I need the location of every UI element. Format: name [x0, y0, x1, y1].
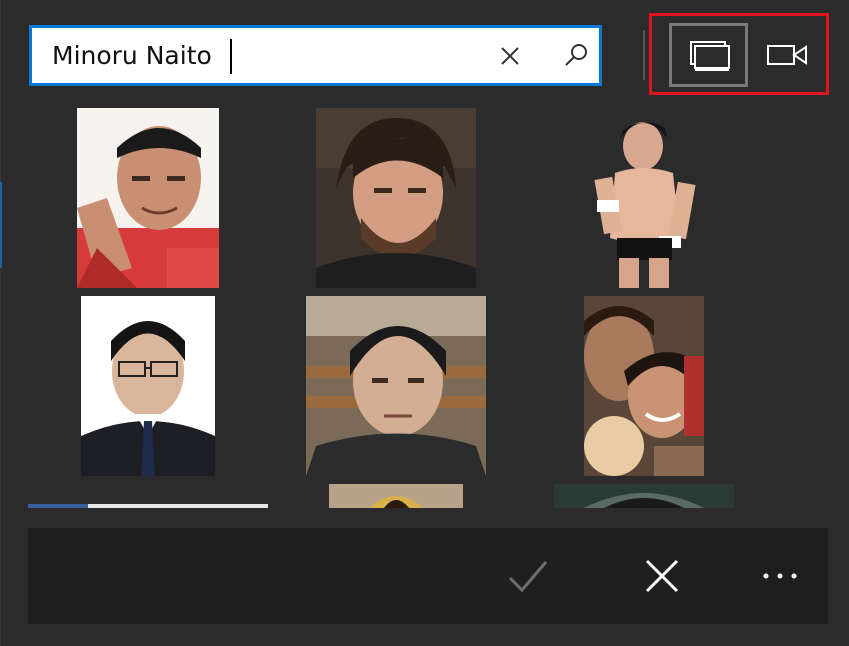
person-portrait-image — [306, 296, 486, 476]
check-icon — [508, 561, 548, 593]
wrestler-portrait-image — [316, 108, 476, 288]
search-input[interactable] — [52, 36, 482, 76]
partial-image — [28, 504, 268, 508]
search-box — [29, 25, 602, 86]
action-bar — [28, 528, 828, 624]
cancel-button[interactable] — [640, 554, 684, 598]
close-icon — [645, 559, 679, 593]
partial-image — [554, 484, 734, 508]
clear-search-button[interactable] — [498, 44, 522, 68]
wrestler-portrait-image — [584, 296, 704, 476]
image-result-5[interactable] — [306, 296, 486, 476]
partial-image — [329, 484, 463, 508]
image-picker-window — [0, 0, 849, 646]
confirm-button[interactable] — [506, 556, 550, 596]
person-portrait-image — [81, 296, 215, 476]
image-result-4[interactable] — [81, 296, 215, 476]
image-result-8[interactable] — [329, 484, 463, 508]
image-result-3[interactable] — [585, 108, 705, 288]
search-icon — [565, 44, 587, 66]
search-button[interactable] — [562, 42, 590, 70]
more-ellipsis-icon — [763, 573, 797, 579]
wrestler-portrait-image — [585, 108, 705, 288]
toolbar-divider — [643, 30, 645, 80]
image-results-grid — [0, 100, 849, 508]
image-result-9[interactable] — [554, 484, 734, 508]
video-camera-icon — [767, 45, 807, 65]
wrestler-portrait-image — [77, 108, 219, 288]
close-icon — [501, 47, 519, 65]
text-caret — [230, 39, 232, 74]
image-result-6[interactable] — [584, 296, 704, 476]
images-mode-button[interactable] — [669, 23, 748, 87]
image-result-1[interactable] — [77, 108, 219, 288]
image-stack-icon — [690, 41, 730, 71]
image-result-7[interactable] — [28, 504, 268, 508]
videos-mode-button[interactable] — [762, 30, 814, 80]
image-result-2[interactable] — [316, 108, 476, 288]
more-options-button[interactable] — [760, 558, 800, 594]
